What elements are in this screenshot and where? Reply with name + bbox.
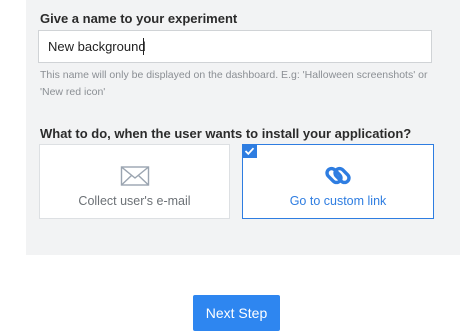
selected-check-icon (242, 144, 257, 158)
experiment-name-help: This name will only be displayed on the … (40, 67, 440, 101)
experiment-name-input[interactable] (38, 30, 432, 63)
experiment-name-label: Give a name to your experiment (40, 11, 238, 26)
option-custom-link-label: Go to custom link (289, 194, 387, 208)
envelope-icon (120, 162, 150, 190)
option-collect-email[interactable]: Collect user's e-mail (39, 144, 230, 219)
text-caret (143, 38, 144, 55)
option-collect-email-label: Collect user's e-mail (78, 194, 191, 208)
install-action-label: What to do, when the user wants to insta… (40, 126, 412, 141)
link-icon (323, 162, 353, 190)
option-custom-link[interactable]: Go to custom link (242, 144, 434, 219)
help-line-2: 'New red icon' (40, 86, 106, 98)
next-step-button[interactable]: Next Step (193, 295, 280, 331)
help-line-1: This name will only be displayed on the … (40, 69, 428, 81)
